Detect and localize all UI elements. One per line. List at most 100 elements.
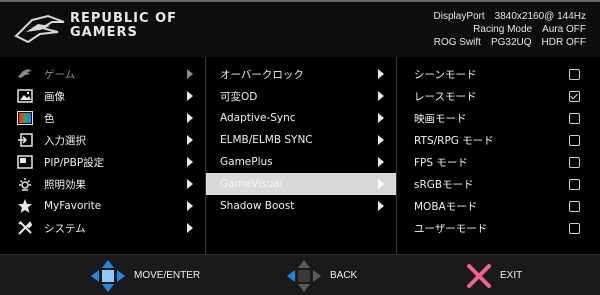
option-item-moba-mode[interactable]: MOBAモード	[396, 195, 592, 217]
tools-icon	[16, 219, 34, 237]
sub-menu-item-variable-od[interactable]: 可変OD	[206, 85, 396, 107]
option-label: ユーザーモード	[414, 222, 488, 235]
chevron-right-icon	[185, 69, 195, 79]
chevron-right-icon	[376, 135, 386, 145]
sub-menu-item-gameplus[interactable]: GamePlus	[206, 151, 396, 173]
chevron-right-icon	[185, 157, 195, 167]
chevron-right-icon	[185, 223, 195, 233]
checkbox[interactable]	[569, 134, 580, 146]
main-menu-item-color[interactable]: 色	[8, 107, 205, 129]
sub-menu-label: オーバークロック	[220, 68, 304, 81]
option-label: RTS/RPG モード	[414, 134, 494, 147]
checkbox[interactable]	[569, 68, 580, 80]
option-item-cinema-mode[interactable]: 映画モード	[396, 107, 592, 129]
dpad-back-icon	[287, 259, 321, 292]
main-menu-label: 画像	[44, 90, 65, 103]
chevron-right-icon	[185, 135, 195, 145]
move-enter-button[interactable]: MOVE/ENTER	[90, 255, 200, 295]
main-menu-label: ゲーム	[44, 68, 76, 81]
status-panel: DisplayPort 3840x2160@ 144Hz Racing Mode…	[434, 10, 586, 49]
main-menu-item-pip-pbp[interactable]: PIP/PBP設定	[8, 151, 205, 173]
sub-menu-item-elmb[interactable]: ELMB/ELMB SYNC	[206, 129, 396, 151]
close-icon	[467, 263, 491, 288]
checkbox[interactable]	[569, 222, 580, 234]
option-item-rts-rpg-mode[interactable]: RTS/RPG モード	[396, 129, 592, 151]
pip-pbp-icon	[16, 153, 34, 171]
option-item-scene-mode[interactable]: シーンモード	[396, 63, 592, 85]
chevron-right-icon	[376, 157, 386, 167]
brand-name: REPUBLIC OF GAMERS	[70, 12, 177, 40]
main-menu-label: MyFavorite	[44, 200, 102, 212]
move-enter-label: MOVE/ENTER	[134, 270, 201, 281]
option-label: MOBAモード	[414, 200, 478, 213]
menu-body: ゲーム 画像 色 入力選択 PIP/PBP設定 照明効果 MyFavorite …	[0, 57, 600, 254]
main-menu-label: 色	[44, 112, 55, 125]
checkbox[interactable]	[569, 112, 580, 124]
footer: MOVE/ENTER BACK EXIT	[0, 254, 600, 295]
sub-menu-label: 可変OD	[220, 90, 258, 103]
monitor-model-number: PG32UQ	[490, 37, 532, 48]
chevron-right-icon	[185, 179, 195, 189]
checkbox[interactable]	[569, 156, 580, 168]
option-item-user-mode[interactable]: ユーザーモード	[396, 217, 592, 239]
rog-eye-icon	[16, 65, 34, 83]
checkbox[interactable]	[569, 178, 580, 190]
main-menu-label: 照明効果	[44, 178, 86, 191]
back-label: BACK	[330, 270, 358, 281]
sub-menu-label: Shadow Boost	[220, 200, 295, 212]
main-menu-item-game[interactable]: ゲーム	[8, 63, 205, 85]
osd-menu: REPUBLIC OF GAMERS DisplayPort 3840x2160…	[0, 0, 600, 295]
brand-line-2: GAMERS	[70, 25, 138, 40]
chevron-right-icon	[376, 91, 386, 101]
main-menu: ゲーム 画像 色 入力選択 PIP/PBP設定 照明効果 MyFavorite …	[8, 57, 205, 254]
sub-menu-item-overclock[interactable]: オーバークロック	[206, 63, 396, 85]
sub-menu: オーバークロック 可変OD Adaptive-Sync ELMB/ELMB SY…	[205, 57, 397, 254]
image-icon	[16, 87, 34, 105]
input-select-icon	[16, 131, 34, 149]
option-item-racing-mode[interactable]: レースモード	[396, 85, 592, 107]
back-button[interactable]: BACK	[286, 255, 357, 295]
aura-status: Aura OFF	[542, 24, 586, 35]
exit-label: EXIT	[500, 270, 523, 281]
option-list: シーンモード レースモード 映画モード RTS/RPG モード FPS モード …	[396, 57, 592, 254]
main-menu-label: PIP/PBP設定	[44, 156, 105, 169]
lighting-effect-icon	[16, 175, 34, 193]
option-item-srgb-mode[interactable]: sRGBモード	[396, 173, 592, 195]
header: REPUBLIC OF GAMERS DisplayPort 3840x2160…	[0, 2, 600, 57]
exit-button[interactable]: EXIT	[466, 255, 522, 295]
main-menu-item-input-select[interactable]: 入力選択	[8, 129, 205, 151]
chevron-right-icon	[376, 179, 386, 189]
star-icon	[16, 197, 34, 215]
chevron-right-icon	[185, 91, 195, 101]
main-menu-item-image[interactable]: 画像	[8, 85, 205, 107]
main-menu-item-myfavorite[interactable]: MyFavorite	[8, 195, 205, 217]
checkbox-checked[interactable]	[569, 90, 580, 102]
chevron-right-icon	[185, 113, 195, 123]
option-label: FPS モード	[414, 156, 468, 169]
resolution: 3840x2160@ 144Hz	[494, 11, 586, 22]
main-menu-item-system[interactable]: システム	[8, 217, 205, 239]
sub-menu-label: GamePlus	[220, 156, 273, 168]
sub-menu-item-shadow-boost[interactable]: Shadow Boost	[206, 195, 396, 217]
sub-menu-item-adaptive-sync[interactable]: Adaptive-Sync	[206, 107, 396, 129]
input-source: DisplayPort	[433, 11, 485, 22]
chevron-right-icon	[376, 69, 386, 79]
brand-line-1: REPUBLIC OF	[70, 11, 178, 26]
sub-menu-label: GameVisual	[220, 178, 283, 190]
sub-menu-item-gamevisual[interactable]: GameVisual	[206, 173, 396, 195]
option-label: sRGBモード	[414, 178, 474, 191]
chevron-right-icon	[376, 201, 386, 211]
sub-menu-label: Adaptive-Sync	[220, 112, 296, 124]
option-label: シーンモード	[414, 68, 477, 81]
color-icon	[16, 109, 34, 127]
option-label: レースモード	[414, 90, 477, 103]
checkbox[interactable]	[569, 200, 580, 212]
chevron-right-icon	[185, 201, 195, 211]
chevron-right-icon	[376, 113, 386, 123]
option-item-fps-mode[interactable]: FPS モード	[396, 151, 592, 173]
dpad-icon	[91, 259, 125, 292]
option-label: 映画モード	[414, 112, 467, 125]
main-menu-label: 入力選択	[44, 134, 86, 147]
hdr-status: HDR OFF	[541, 37, 586, 48]
main-menu-item-lighting-effect[interactable]: 照明効果	[8, 173, 205, 195]
